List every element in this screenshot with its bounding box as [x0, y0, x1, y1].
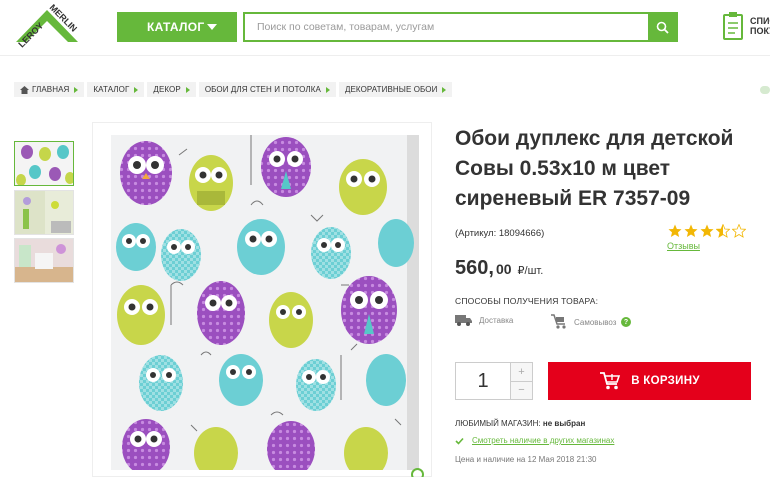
shopping-list-label-1: СПИС [750, 16, 770, 26]
star-full-icon [668, 224, 682, 237]
delivery-label: Доставка [479, 315, 514, 325]
price: 560, 00 ₽/шт. [455, 257, 543, 280]
breadcrumb-label: КАТАЛОГ [93, 85, 130, 94]
quantity-controls: + − [510, 363, 532, 399]
cart-label: В КОРЗИНУ [631, 375, 700, 387]
thumbnail-room-2[interactable] [14, 238, 74, 283]
product-title: Обои дуплекс для детской Совы 0.53х10 м … [455, 124, 755, 214]
quantity-stepper: 1 + − [455, 362, 533, 400]
catalog-button[interactable]: КАТАЛОГ [117, 12, 237, 42]
breadcrumb-catalog[interactable]: КАТАЛОГ [87, 82, 145, 97]
shopping-list-label-2: ПОКУ [750, 26, 770, 36]
breadcrumb-label: ДЕКОР [153, 85, 181, 94]
star-empty-icon [732, 224, 746, 238]
breadcrumb-label: ГЛАВНАЯ [32, 85, 70, 94]
price-cents: 00 [495, 261, 512, 277]
chevron-right-icon [185, 86, 190, 93]
thumbnail-pattern[interactable] [14, 141, 74, 186]
header-divider [0, 55, 770, 56]
favorite-store: ЛЮБИМЫЙ МАГАЗИН: не выбран [455, 419, 585, 428]
star-full-icon [684, 224, 698, 237]
breadcrumb-wallpaper[interactable]: ОБОИ ДЛЯ СТЕН И ПОТОЛКА [198, 82, 336, 97]
breadcrumb-decorative-wallpaper[interactable]: ДЕКОРАТИВНЫЕ ОБОИ [338, 82, 453, 97]
thumbnail-room-1[interactable] [14, 190, 74, 235]
favorite-store-value[interactable]: не выбран [543, 419, 585, 428]
star-half-icon [716, 224, 730, 238]
article-number: (Артикул: 18094666) [455, 228, 545, 239]
pickup-option[interactable]: Самовывоз [550, 314, 616, 330]
add-to-cart-button[interactable]: В КОРЗИНУ [548, 362, 751, 400]
search-button[interactable] [648, 14, 676, 40]
breadcrumb-label: ОБОИ ДЛЯ СТЕН И ПОТОЛКА [204, 85, 321, 94]
quantity-increase-button[interactable]: + [511, 363, 532, 382]
delivery-methods-title: СПОСОБЫ ПОЛУЧЕНИЯ ТОВАРА: [455, 296, 599, 306]
product-image [111, 135, 419, 470]
product-page: LEROY MERLIN КАТАЛОГ СПИС ПОКУ ГЛАВНАЯ [0, 0, 770, 477]
star-full-icon [700, 224, 714, 237]
price-date: Цена и наличие на 12 Мая 2018 21:30 [455, 455, 597, 464]
truck-icon [455, 315, 472, 326]
search-bar [243, 12, 678, 42]
price-unit: ₽/шт. [517, 265, 544, 277]
pickup-label: Самовывоз [574, 317, 617, 327]
title-line-3: сиреневый ER 7357-09 [455, 187, 691, 210]
chevron-down-icon [207, 24, 217, 30]
breadcrumb: ГЛАВНАЯ КАТАЛОГ ДЕКОР ОБОИ ДЛЯ СТЕН И ПО… [14, 82, 453, 97]
search-icon [656, 21, 669, 34]
chevron-right-icon [325, 86, 330, 93]
wallpaper-pattern-image [111, 135, 419, 470]
zoom-icon[interactable] [411, 468, 424, 477]
breadcrumb-home[interactable]: ГЛАВНАЯ [14, 82, 85, 97]
quantity-input[interactable]: 1 [456, 363, 510, 399]
catalog-label: КАТАЛОГ [147, 20, 205, 34]
breadcrumb-label: ДЕКОРАТИВНЫЕ ОБОИ [344, 85, 438, 94]
quantity-decrease-button[interactable]: − [511, 381, 532, 399]
cart-icon [551, 314, 566, 329]
thumbnail-image [15, 191, 73, 234]
title-line-1: Обои дуплекс для детской [455, 127, 734, 150]
thumbnail-image [15, 239, 73, 282]
chevron-right-icon [74, 86, 79, 93]
info-icon[interactable]: ? [621, 317, 631, 327]
thumbnail-image [15, 142, 73, 185]
chevron-right-icon [134, 86, 139, 93]
breadcrumb-decor[interactable]: ДЕКОР [147, 82, 196, 97]
home-icon [20, 85, 29, 94]
checkmark-icon [455, 437, 464, 445]
price-main: 560, [455, 257, 494, 279]
chevron-right-icon [442, 86, 447, 93]
delivery-option[interactable]: Доставка [455, 314, 513, 326]
rating-stars[interactable] [668, 224, 746, 238]
leroy-merlin-logo[interactable]: LEROY MERLIN [10, 2, 84, 52]
favorite-store-label: ЛЮБИМЫЙ МАГАЗИН: [455, 419, 541, 428]
search-input[interactable] [245, 14, 648, 40]
availability[interactable]: Смотреть наличие в других магазинах [455, 436, 614, 445]
availability-link[interactable]: Смотреть наличие в других магазинах [472, 436, 614, 445]
title-line-2: Совы 0.53х10 м цвет [455, 157, 671, 180]
shopping-list-link[interactable]: СПИС ПОКУ [750, 16, 770, 36]
cart-icon [600, 372, 621, 390]
scroll-indicator [760, 86, 770, 94]
reviews-link[interactable]: Отзывы [667, 241, 700, 251]
shopping-list-icon[interactable] [722, 11, 744, 41]
